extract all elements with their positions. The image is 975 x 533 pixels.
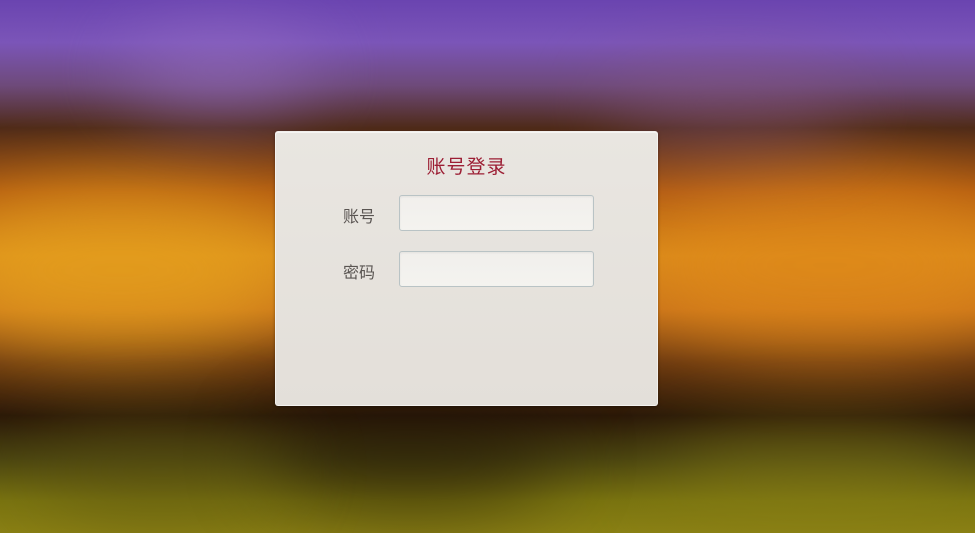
background-blob (0, 190, 300, 350)
login-title: 账号登录 (426, 156, 507, 178)
account-row: 账号 (276, 195, 657, 231)
account-input[interactable] (399, 195, 594, 231)
background-blob (640, 180, 975, 350)
background-blob (260, 400, 560, 510)
login-panel: 账号登录 账号 密码 (275, 131, 658, 406)
password-input[interactable] (399, 251, 594, 287)
password-label: 密码 (343, 263, 376, 282)
account-label: 账号 (343, 207, 376, 226)
background-blob (660, 430, 975, 530)
background-blob (120, 30, 320, 110)
password-row: 密码 (276, 251, 657, 287)
background-blob (30, 420, 290, 520)
